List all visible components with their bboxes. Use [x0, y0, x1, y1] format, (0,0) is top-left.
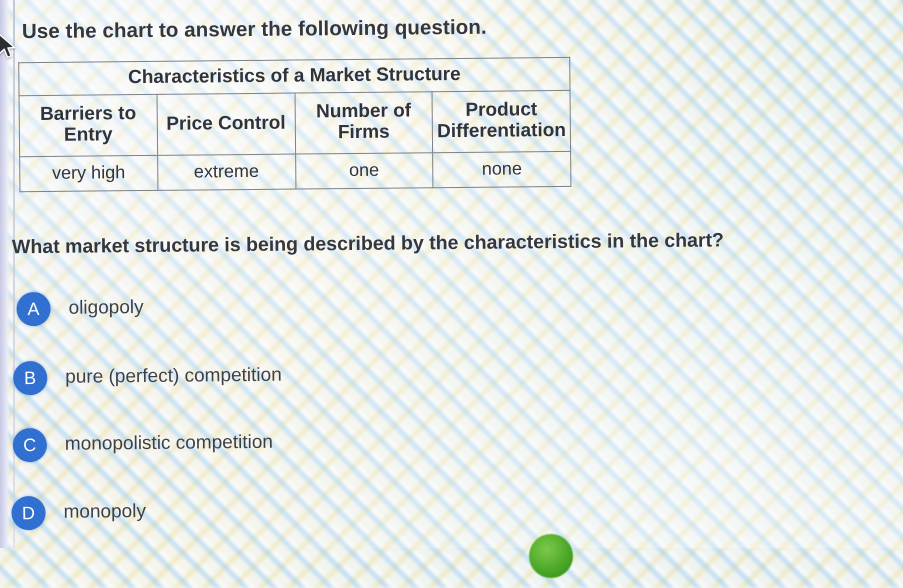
column-header-barriers-to-entry: Barriers to Entry [19, 94, 158, 157]
option-letter-badge-c[interactable]: C [12, 427, 48, 463]
option-label-b[interactable]: pure (perfect) competition [65, 365, 282, 389]
cell-barriers-to-entry: very high [19, 155, 158, 192]
answer-option-c[interactable]: C monopolistic competition [12, 426, 273, 463]
green-circle-icon[interactable] [529, 534, 573, 578]
option-label-c[interactable]: monopolistic competition [65, 432, 273, 456]
option-letter-badge-b[interactable]: B [13, 360, 48, 396]
worksheet-content: Use the chart to answer the following qu… [0, 0, 903, 548]
table-title-row: Characteristics of a Market Structure [18, 57, 571, 96]
column-header-price-control: Price Control [156, 93, 296, 156]
table-title: Characteristics of a Market Structure [18, 57, 571, 96]
column-header-product-differentiation: Product Differentiation [432, 90, 571, 153]
option-letter-badge-d[interactable]: D [11, 495, 46, 531]
page-title: Use the chart to answer the following qu… [21, 15, 487, 44]
answer-option-a[interactable]: A oligopoly [16, 291, 144, 327]
cell-number-of-firms: one [295, 152, 434, 190]
option-label-a[interactable]: oligopoly [68, 297, 143, 320]
table-header-row: Barriers to Entry Price Control Number o… [19, 90, 571, 157]
column-header-number-of-firms: Number of Firms [294, 91, 433, 155]
answer-option-d[interactable]: D monopoly [11, 495, 146, 531]
arrow-pointer-icon [0, 33, 16, 59]
table-row: very high extreme one none [19, 151, 571, 192]
cell-price-control: extreme [157, 154, 296, 191]
cell-product-differentiation: none [432, 151, 571, 188]
characteristics-table: Characteristics of a Market Structure Ba… [18, 57, 571, 192]
option-letter-badge-a[interactable]: A [16, 291, 51, 327]
option-label-d[interactable]: monopoly [63, 501, 146, 524]
answer-option-b[interactable]: B pure (perfect) competition [13, 359, 282, 396]
question-text: What market structure is being described… [11, 229, 725, 259]
